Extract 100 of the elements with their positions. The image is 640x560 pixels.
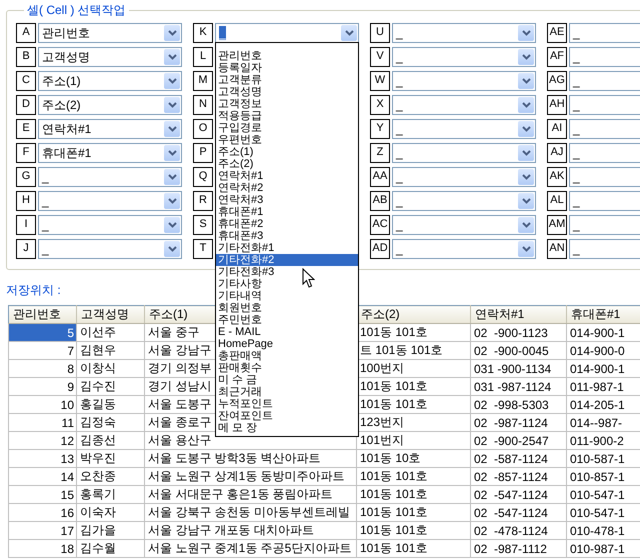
column-header[interactable]: 주소(2)	[356, 306, 470, 324]
chevron-down-icon	[522, 150, 530, 156]
column-dropdown[interactable]: _	[38, 239, 182, 259]
column-dropdown[interactable]: _	[392, 167, 536, 187]
column-dropdown[interactable]: 연락처#1	[38, 119, 182, 139]
chevron-down-icon	[168, 222, 176, 228]
cell-letter-label: U	[370, 23, 390, 43]
column-header[interactable]: 고객성명	[76, 306, 144, 324]
dropdown-arrow-button[interactable]	[518, 241, 534, 257]
column-dropdown[interactable]: 관리번호	[38, 23, 182, 43]
dropdown-arrow-button[interactable]	[164, 169, 180, 185]
column-dropdown[interactable]: _	[392, 191, 536, 211]
column-dropdown[interactable]: _	[392, 119, 536, 139]
dropdown-arrow-button[interactable]	[164, 145, 180, 161]
column-dropdown[interactable]: 주소(1)	[38, 71, 182, 91]
table-cell: 김종선	[76, 432, 144, 450]
column-dropdown[interactable]: _	[38, 215, 182, 235]
table-cell: 101동 101호	[356, 468, 470, 486]
column-dropdown[interactable]: _	[392, 95, 536, 115]
dropdown-arrow-button[interactable]	[518, 169, 534, 185]
dropdown-arrow-button[interactable]	[518, 217, 534, 233]
dropdown-arrow-button[interactable]	[164, 193, 180, 209]
table-cell: 서울 노원구 중계1동 주공5단지아파트	[144, 540, 356, 558]
chevron-down-icon	[522, 222, 530, 228]
table-cell: 12	[8, 432, 76, 450]
table-cell: 18	[8, 540, 76, 558]
table-cell: 031 -900-1134	[470, 360, 566, 378]
column-dropdown[interactable]: _	[569, 239, 640, 259]
table-cell: 02 -857-1124	[470, 468, 566, 486]
dropdown-arrow-button[interactable]	[518, 193, 534, 209]
column-dropdown[interactable]: 주소(2)	[38, 95, 182, 115]
table-cell: 02 -478-1124	[470, 522, 566, 540]
cell-letter-label: AJ	[547, 143, 567, 163]
column-dropdown[interactable]: _	[392, 23, 536, 43]
dropdown-arrow-button[interactable]	[164, 241, 180, 257]
column-dropdown[interactable]: _	[569, 167, 640, 187]
column-dropdown[interactable]: _	[38, 167, 182, 187]
table-cell: 서울 강남구 개포동 대치아파트	[144, 522, 356, 540]
table-cell: 101동 101호	[356, 396, 470, 414]
column-dropdown[interactable]: 고객성명	[38, 47, 182, 67]
column-dropdown[interactable]: _	[569, 95, 640, 115]
table-cell: 101동 101호	[356, 486, 470, 504]
dropdown-arrow-button[interactable]	[164, 121, 180, 137]
column-header[interactable]: 휴대폰#1	[566, 306, 640, 324]
cell-letter-label: W	[370, 71, 390, 91]
chevron-down-icon	[522, 54, 530, 60]
cell-letter-label: C	[16, 71, 36, 91]
chevron-down-icon	[522, 174, 530, 180]
dropdown-arrow-button[interactable]	[518, 121, 534, 137]
cell-letter-label: J	[16, 239, 36, 259]
dropdown-option[interactable]: 기타전화#2	[216, 254, 358, 266]
column-dropdown[interactable]: _	[569, 119, 640, 139]
column-dropdown[interactable]: _	[569, 23, 640, 43]
table-cell: 7	[8, 342, 76, 360]
dropdown-arrow-button[interactable]	[164, 97, 180, 113]
table-cell: 010-547-1	[566, 486, 640, 504]
column-dropdown[interactable]: _	[392, 143, 536, 163]
cell-letter-label: AC	[370, 215, 390, 235]
table-cell: 014-900-0	[566, 342, 640, 360]
chevron-down-icon	[168, 174, 176, 180]
column-dropdown[interactable]: _	[569, 191, 640, 211]
dropdown-arrow-button[interactable]	[164, 25, 180, 41]
cell-letter-label: E	[16, 119, 36, 139]
chevron-down-icon	[522, 246, 530, 252]
dropdown-arrow-button[interactable]	[164, 49, 180, 65]
table-cell: 014--987-	[566, 414, 640, 432]
chevron-down-icon	[522, 78, 530, 84]
table-cell: 김현우	[76, 342, 144, 360]
dropdown-arrow-button[interactable]	[518, 49, 534, 65]
column-dropdown[interactable]: _	[392, 47, 536, 67]
cell-letter-label: AH	[547, 95, 567, 115]
table-cell: 011-987-1	[566, 378, 640, 396]
column-header[interactable]: 관리번호	[8, 306, 76, 324]
chevron-down-icon	[168, 30, 176, 36]
column-dropdown[interactable]: _	[569, 71, 640, 91]
table-cell: 김가을	[76, 522, 144, 540]
chevron-down-icon	[168, 150, 176, 156]
dropdown-arrow-button[interactable]	[518, 25, 534, 41]
table-cell: 101번지	[356, 432, 470, 450]
column-dropdown[interactable]: _	[392, 239, 536, 259]
dropdown-arrow-button[interactable]	[518, 97, 534, 113]
dropdown-arrow-button[interactable]	[164, 217, 180, 233]
dropdown-arrow-button[interactable]	[518, 73, 534, 89]
table-cell: 김수진	[76, 378, 144, 396]
column-dropdown[interactable]: _	[569, 215, 640, 235]
chevron-down-icon	[522, 30, 530, 36]
dropdown-arrow-button[interactable]	[518, 145, 534, 161]
column-dropdown[interactable]: _	[569, 143, 640, 163]
table-cell: 박우진	[76, 450, 144, 468]
column-header[interactable]: 연락처#1	[470, 306, 566, 324]
column-dropdown[interactable]: 휴대폰#1	[38, 143, 182, 163]
table-cell: 8	[8, 360, 76, 378]
column-dropdown[interactable]: _	[569, 47, 640, 67]
dropdown-arrow-button[interactable]	[341, 25, 357, 41]
cell-letter-label: O	[193, 119, 213, 139]
dropdown-arrow-button[interactable]	[164, 73, 180, 89]
column-dropdown[interactable]: _	[392, 215, 536, 235]
column-dropdown[interactable]: _	[38, 191, 182, 211]
table-cell: 트 101동 101호	[356, 342, 470, 360]
column-dropdown[interactable]: _	[392, 71, 536, 91]
